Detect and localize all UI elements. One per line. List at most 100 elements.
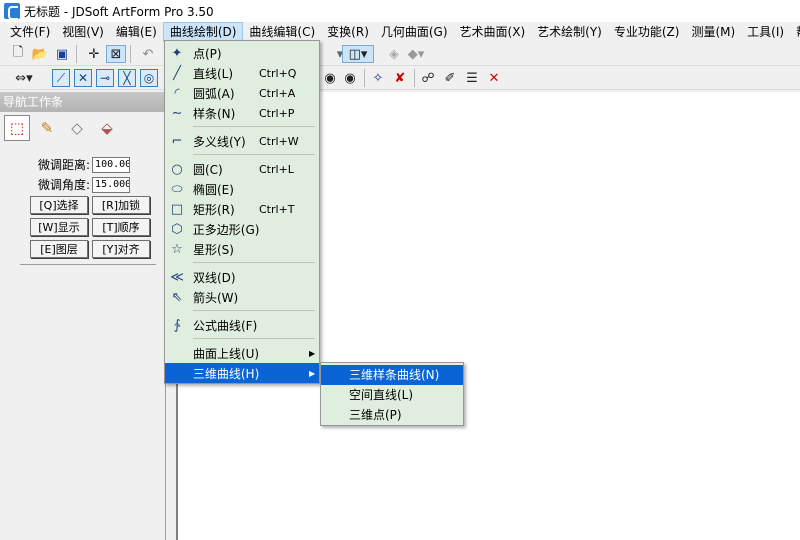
title-bar: 无标题 - JDSoft ArtForm Pro 3.50 [0,0,800,22]
menu-transform[interactable]: 变换(R) [321,22,375,42]
menu-edit[interactable]: 编辑(E) [110,22,163,42]
ellipse-icon: ⬭ [171,181,183,197]
hexagon-icon: ⬡ [171,221,183,237]
menu-art-draw[interactable]: 艺术绘制(Y) [531,22,608,42]
order-button[interactable]: [T]顺序 [92,218,150,236]
menu-item-star[interactable]: ☆ 星形(S) [165,239,319,259]
arrows-dropdown-icon[interactable]: ⇔▾ [8,69,40,87]
layer-button[interactable]: [E]图层 [30,240,88,258]
main-toolbar: 🗋 📂 ▣ ✛ ⊠ ↶ ▾ ◫▾ ◈ ◆▾ [0,42,800,66]
double-line-icon: ≪ [170,269,184,285]
crosshair-icon[interactable]: ✛ [84,45,104,63]
menu-geometric-surface[interactable]: 几何曲面(G) [375,22,454,42]
menu-measure[interactable]: 测量(M) [685,22,741,42]
submenu-item-space-line[interactable]: 空间直线(L) [321,385,463,405]
fine-distance-input[interactable] [92,156,131,173]
eye-tool-2-icon[interactable]: ◉ [340,69,360,87]
menu-curve-draw[interactable]: 曲线绘制(D) [162,22,244,42]
menu-view[interactable]: 视图(V) [56,22,110,42]
menu-item-spline[interactable]: ∼ 样条(N) Ctrl+P [165,103,319,123]
submenu-arrow-icon: ▶ [309,368,316,378]
menu-item-polygon[interactable]: ⬡ 正多边形(G) [165,219,319,239]
pick-icon[interactable]: ✐ [440,69,460,87]
intersect-snap-icon[interactable]: ╳ [118,69,136,87]
select-button[interactable]: [Q]选择 [30,196,88,214]
line-snap-icon[interactable]: ⟋ [52,69,70,87]
lock-button[interactable]: [R]加锁 [92,196,150,214]
curve-draw-menu: ✦ 点(P) ╱ 直线(L) Ctrl+Q ◜ 圆弧(A) Ctrl+A ∼ 样… [164,40,320,384]
point-icon: ✦ [171,45,183,61]
menu-separator [193,154,315,155]
midpoint-snap-icon[interactable]: ⊸ [96,69,114,87]
line-icon: ╱ [173,65,181,81]
nav-divider [20,264,156,265]
fine-angle-input[interactable] [92,176,131,193]
menu-item-ellipse[interactable]: ⬭ 椭圆(E) [165,179,319,199]
window-title: 无标题 - JDSoft ArtForm Pro 3.50 [24,4,214,19]
fine-angle-label: 微调角度: [38,178,91,192]
menu-help[interactable]: 帮助( [790,22,800,42]
menu-item-arc[interactable]: ◜ 圆弧(A) Ctrl+A [165,83,319,103]
menu-separator [193,338,315,339]
show-button[interactable]: [W]显示 [30,218,88,236]
inspect-icon[interactable]: ☍ [418,69,438,87]
menu-item-polyline[interactable]: ⌐ 多义线(Y) Ctrl+W [165,131,319,151]
nav-tab-eraser-icon[interactable]: ◇ [64,115,90,141]
menu-separator [193,126,315,127]
menu-tools[interactable]: 工具(I) [741,22,790,42]
fine-distance-field: 微调距离: [38,156,131,173]
spline-icon: ∼ [171,105,183,121]
polyline-icon: ⌐ [171,133,183,149]
fine-distance-label: 微调距离: [38,158,91,172]
menu-item-circle[interactable]: ○ 圆(C) Ctrl+L [165,159,319,179]
align-button[interactable]: [Y]对齐 [92,240,150,258]
new-file-icon[interactable]: 🗋 [8,45,28,63]
snap-toolbar: ⇔▾ ⟋ ✕ ⊸ ╳ ◎ ◉ ◉ ✧ ✘ ☍ ✐ ☰ ✕ [0,66,800,90]
3d-curve-submenu: 三维样条曲线(N) 空间直线(L) 三维点(P) [320,362,464,426]
menu-bar: 文件(F) 视图(V) 编辑(E) 曲线绘制(D) 曲线编辑(C) 变换(R) … [0,22,800,42]
menu-item-3d-curve[interactable]: 三维曲线(H) ▶ [165,363,319,383]
nav-tab-pencil-icon[interactable]: ✎ [34,115,60,141]
menu-curve-edit[interactable]: 曲线编辑(C) [243,22,321,42]
rectangle-icon: □ [170,201,184,217]
open-folder-icon[interactable]: 📂 [30,45,50,63]
nav-tab-layers-icon[interactable]: ⬙ [94,115,120,141]
submenu-arrow-icon: ▶ [309,348,316,358]
center-snap-icon[interactable]: ◎ [140,69,158,87]
menu-separator [193,262,315,263]
menu-professional[interactable]: 专业功能(Z) [608,22,686,42]
arc-icon: ◜ [174,85,180,101]
star-icon: ☆ [171,241,183,257]
menu-item-double-line[interactable]: ≪ 双线(D) [165,267,319,287]
list-icon[interactable]: ☰ [462,69,482,87]
menu-item-point[interactable]: ✦ 点(P) [165,43,319,63]
menu-separator [193,310,315,311]
circle-icon: ○ [171,161,183,177]
close-red-icon[interactable]: ✕ [484,69,504,87]
menu-item-arrow[interactable]: ⇖ 箭头(W) [165,287,319,307]
arrow-icon: ⇖ [171,289,183,305]
formula-icon: ∱ [173,317,181,333]
menu-item-formula-curve[interactable]: ∱ 公式曲线(F) [165,315,319,335]
menu-art-surface[interactable]: 艺术曲面(X) [454,22,532,42]
render-icon[interactable]: ◆▾ [406,45,426,63]
menu-item-rectangle[interactable]: □ 矩形(R) Ctrl+T [165,199,319,219]
nav-panel: 导航工作条 ⬚ ✎ ◇ ⬙ 微调距离: 微调角度: [Q]选择 [R]加锁 [W… [0,92,166,540]
menu-item-line[interactable]: ╱ 直线(L) Ctrl+Q [165,63,319,83]
angle-snap-icon[interactable]: ✕ [74,69,92,87]
nav-tab-cube-icon[interactable]: ⬚ [4,115,30,141]
eye-tool-icon[interactable]: ◉ [320,69,340,87]
submenu-item-3d-point[interactable]: 三维点(P) [321,405,463,425]
undo-icon[interactable]: ↶ [138,45,158,63]
menu-file[interactable]: 文件(F) [4,22,56,42]
submenu-item-3d-spline[interactable]: 三维样条曲线(N) [321,365,463,385]
fine-angle-field: 微调角度: [38,176,131,193]
save-icon[interactable]: ▣ [52,45,72,63]
node-delete-icon[interactable]: ✘ [390,69,410,87]
menu-item-surface-line[interactable]: 曲面上线(U) ▶ [165,343,319,363]
shading-icon[interactable]: ◈ [384,45,404,63]
box-select-icon[interactable]: ⊠ [106,45,126,63]
node-add-icon[interactable]: ✧ [368,69,388,87]
view-cube-icon[interactable]: ◫▾ [342,45,374,63]
nav-tabs: ⬚ ✎ ◇ ⬙ [0,112,165,144]
